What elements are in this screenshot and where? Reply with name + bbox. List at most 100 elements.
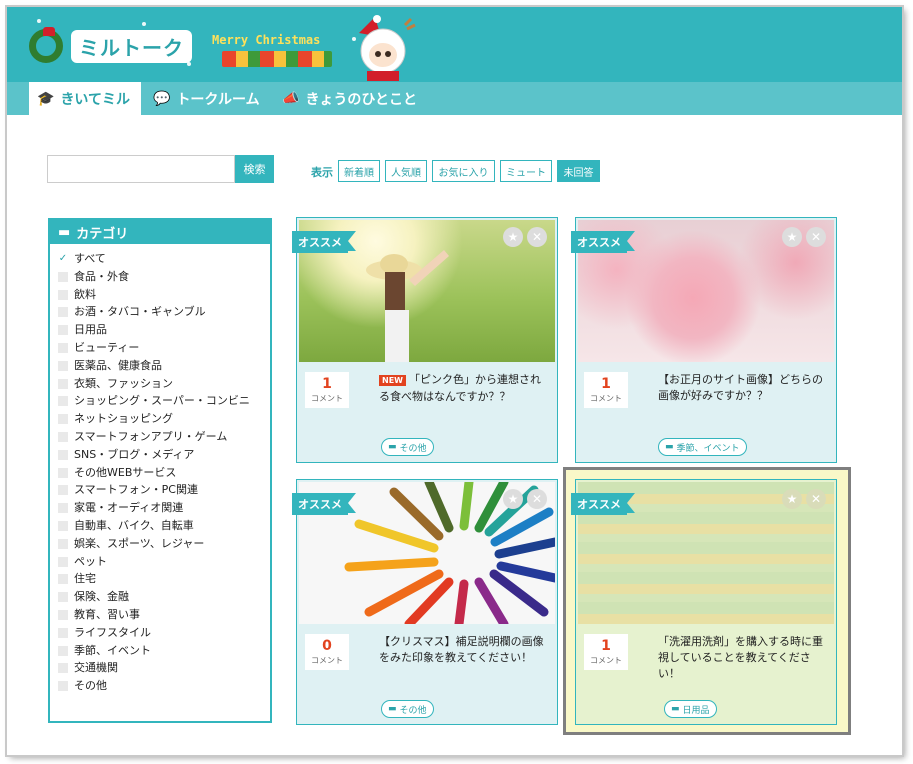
category-item[interactable]: 家電・オーディオ関連	[58, 499, 270, 517]
category-item[interactable]: 日用品	[58, 321, 270, 339]
question-card[interactable]: オススメ ★ ✕ 1 コメント NEW 「ピンク色」から連想される食べ物はなんです…	[292, 217, 558, 463]
checkbox[interactable]	[58, 520, 68, 531]
close-icon[interactable]: ✕	[527, 489, 547, 509]
checkbox[interactable]	[58, 307, 68, 318]
checkbox[interactable]	[58, 467, 68, 478]
checkbox[interactable]	[58, 645, 68, 656]
close-icon[interactable]: ✕	[527, 227, 547, 247]
megaphone-icon: 📣	[282, 90, 300, 107]
site-logo[interactable]: ミルトーク	[29, 27, 192, 63]
comment-count: 1	[601, 638, 611, 654]
checkbox[interactable]	[58, 325, 68, 336]
category-item[interactable]: 教育、習い事	[58, 606, 270, 624]
checkbox[interactable]	[58, 271, 68, 282]
category-item[interactable]: 飲料	[58, 286, 270, 304]
category-item[interactable]: ライフスタイル	[58, 624, 270, 642]
comment-count: 1	[601, 376, 611, 392]
tab-label: きいてミル	[60, 91, 131, 108]
checkbox[interactable]	[58, 538, 68, 549]
recommend-ribbon: オススメ	[571, 231, 635, 253]
tab-hitokoto[interactable]: 📣 きょうのひとこと	[282, 82, 432, 115]
checkbox[interactable]	[58, 342, 68, 353]
filter-popular[interactable]: 人気順	[385, 160, 427, 182]
comment-count: 0	[322, 638, 332, 654]
category-tag[interactable]: ▬ その他	[381, 700, 434, 718]
comment-count-box: 1 コメント	[584, 634, 628, 670]
sparkle	[142, 22, 146, 26]
checkbox[interactable]	[58, 592, 68, 603]
checkbox[interactable]	[58, 431, 68, 442]
checkbox[interactable]	[58, 396, 68, 407]
category-item[interactable]: ペット	[58, 553, 270, 571]
checkbox[interactable]	[58, 449, 68, 460]
checkbox[interactable]	[58, 360, 68, 371]
category-item[interactable]: その他WEBサービス	[58, 464, 270, 482]
category-item[interactable]: お酒・タバコ・ギャンブル	[58, 303, 270, 321]
checkbox[interactable]	[58, 503, 68, 514]
category-header: ▬ カテゴリ	[50, 220, 270, 244]
recommend-ribbon: オススメ	[292, 493, 356, 515]
mascot-illustration	[359, 15, 416, 81]
checkbox[interactable]	[58, 574, 68, 585]
checkbox[interactable]	[58, 378, 68, 389]
comment-label: コメント	[590, 394, 622, 403]
checkbox[interactable]	[58, 681, 68, 692]
star-favorite-icon[interactable]: ★	[503, 489, 523, 509]
category-tag[interactable]: ▬ その他	[381, 438, 434, 456]
category-item[interactable]: 交通機関	[58, 659, 270, 677]
question-title[interactable]: 【クリスマス】補足説明欄の画像をみた印象を教えてください！	[379, 634, 549, 666]
checkbox[interactable]	[58, 289, 68, 300]
tab-talkroom[interactable]: 💬 トークルーム	[153, 82, 273, 115]
category-item[interactable]: 住宅	[58, 570, 270, 588]
recommend-ribbon: オススメ	[571, 493, 635, 515]
category-item[interactable]: 自動車、バイク、自転車	[58, 517, 270, 535]
comment-label: コメント	[311, 394, 343, 403]
checkbox[interactable]	[58, 609, 68, 620]
category-item[interactable]: 衣類、ファッション	[58, 375, 270, 393]
question-card[interactable]: オススメ ★ ✕ 0 コメント 【クリスマス】補足説明欄の画像をみた印象を教えて…	[292, 479, 558, 725]
close-icon[interactable]: ✕	[806, 227, 826, 247]
category-item[interactable]: ショッピング・スーパー・コンビニ	[58, 392, 270, 410]
question-card[interactable]: オススメ ★ ✕ 1 コメント 【お正月のサイト画像】どちらの画像が好みですか？…	[571, 217, 837, 463]
star-favorite-icon[interactable]: ★	[503, 227, 523, 247]
search-button[interactable]: 検索	[235, 155, 274, 183]
category-item[interactable]: 保険、金融	[58, 588, 270, 606]
comment-count-box: 1 コメント	[584, 372, 628, 408]
checkbox[interactable]	[58, 485, 68, 496]
category-item[interactable]: 食品・外食	[58, 268, 270, 286]
question-title[interactable]: NEW 「ピンク色」から連想される食べ物はなんですか？？	[379, 372, 549, 405]
category-list: ✓ すべて 食品・外食 飲料 お酒・タバコ・ギャンブル 日用品 ビューティー 医薬…	[50, 244, 270, 695]
folder-icon: ▬	[671, 704, 680, 714]
category-tag[interactable]: ▬ 季節、イベント	[658, 438, 747, 456]
filter-favorites[interactable]: お気に入り	[432, 160, 495, 182]
recommend-ribbon: オススメ	[292, 231, 356, 253]
category-item[interactable]: スマートフォンアプリ・ゲーム	[58, 428, 270, 446]
category-item[interactable]: ✓ すべて	[58, 250, 270, 268]
checkbox[interactable]	[58, 556, 68, 567]
category-item[interactable]: SNS・ブログ・メディア	[58, 446, 270, 464]
category-item[interactable]: 季節、イベント	[58, 642, 270, 660]
star-favorite-icon[interactable]: ★	[782, 489, 802, 509]
filter-newest[interactable]: 新着順	[338, 160, 380, 182]
category-tag[interactable]: ▬ 日用品	[664, 700, 717, 718]
filter-muted[interactable]: ミュート	[500, 160, 552, 182]
filter-unanswered[interactable]: 未回答	[557, 160, 600, 182]
checkbox[interactable]	[58, 627, 68, 638]
category-item[interactable]: ネットショッピング	[58, 410, 270, 428]
search-input[interactable]	[47, 155, 235, 183]
question-card[interactable]: オススメ ★ ✕ 1 コメント 「洗濯用洗剤」を購入する時に重視していることを教…	[571, 479, 837, 725]
category-item[interactable]: スマートフォン・PC関連	[58, 481, 270, 499]
christmas-banner-text: Merry Christmas	[212, 33, 321, 47]
category-item[interactable]: 医薬品、健康食品	[58, 357, 270, 375]
category-item[interactable]: その他	[58, 677, 270, 695]
question-title[interactable]: 「洗濯用洗剤」を購入する時に重視していることを教えてください！	[658, 634, 828, 682]
category-item[interactable]: 娯楽、スポーツ、レジャー	[58, 535, 270, 553]
checkbox[interactable]	[58, 414, 68, 425]
tab-kiitemiru[interactable]: 🎓 きいてミル	[29, 82, 141, 115]
star-favorite-icon[interactable]: ★	[782, 227, 802, 247]
category-item[interactable]: ビューティー	[58, 339, 270, 357]
checkmark-icon: ✓	[58, 253, 68, 264]
close-icon[interactable]: ✕	[806, 489, 826, 509]
checkbox[interactable]	[58, 663, 68, 674]
question-title[interactable]: 【お正月のサイト画像】どちらの画像が好みですか？？	[658, 372, 828, 404]
